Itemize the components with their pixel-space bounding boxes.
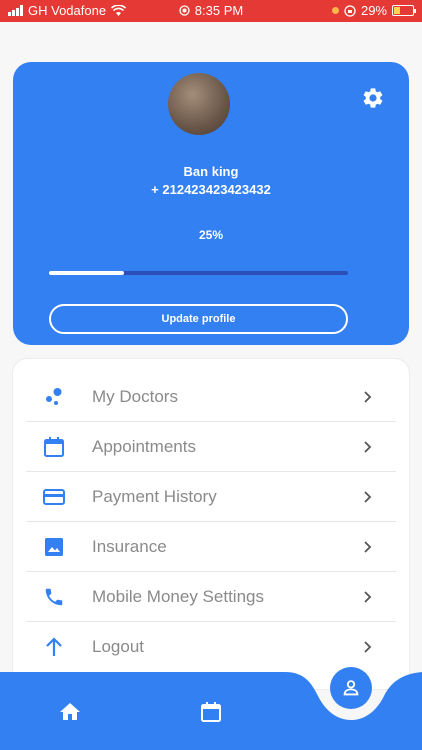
doctors-icon xyxy=(42,385,66,409)
menu-item-label: Mobile Money Settings xyxy=(92,586,264,606)
calendar-icon xyxy=(42,435,66,459)
status-right: 29% xyxy=(331,3,416,18)
calendar-nav-icon[interactable] xyxy=(199,700,223,724)
menu-item-insurance[interactable]: Insurance xyxy=(26,522,396,572)
menu-item-label: Logout xyxy=(92,637,144,656)
battery-percent: 29% xyxy=(360,3,387,18)
chevron-right-icon xyxy=(364,390,372,403)
avatar[interactable] xyxy=(168,73,230,135)
chevron-right-icon xyxy=(364,540,372,553)
image-icon xyxy=(42,535,66,559)
menu-item-mobile-money-settings[interactable]: Mobile Money Settings xyxy=(26,572,396,622)
menu-item-appointments[interactable]: Appointments xyxy=(26,422,396,472)
rotation-lock-icon xyxy=(344,4,356,17)
orange-dot-icon xyxy=(331,7,339,14)
profile-progress-bar xyxy=(49,271,348,275)
menu-item-label: Insurance xyxy=(92,536,167,556)
profile-completion-label: 25% xyxy=(198,228,224,242)
battery-icon xyxy=(392,5,416,16)
profile-name: Ban king xyxy=(183,164,239,179)
menu-card: My Doctors Appointments Payment History xyxy=(13,359,409,689)
menu-item-my-doctors[interactable]: My Doctors xyxy=(26,372,396,422)
chevron-right-icon xyxy=(364,490,372,503)
profile-card: Ban king + 212423423423432 25% Update pr… xyxy=(13,62,409,345)
credit-card-icon xyxy=(42,485,66,509)
home-icon[interactable] xyxy=(58,700,82,724)
menu-item-payment-history[interactable]: Payment History xyxy=(26,472,396,522)
record-icon xyxy=(179,5,190,16)
chevron-right-icon xyxy=(364,590,372,603)
gear-icon[interactable] xyxy=(361,86,385,110)
chevron-right-icon xyxy=(364,440,372,453)
phone-icon xyxy=(42,585,66,609)
menu-item-logout[interactable]: Logout xyxy=(26,622,396,672)
profile-fab-button[interactable] xyxy=(330,667,372,709)
update-profile-button[interactable]: Update profile xyxy=(49,304,348,334)
status-time: 8:35 PM xyxy=(194,3,244,18)
status-bar: GH Vodafone 8:35 PM 29% xyxy=(0,0,422,22)
arrow-up-icon xyxy=(42,635,66,659)
menu-item-label: My Doctors xyxy=(92,386,178,406)
menu-item-label: Appointments xyxy=(92,436,196,456)
person-icon xyxy=(343,680,359,696)
profile-progress-fill xyxy=(49,271,124,275)
profile-phone: + 212423423423432 xyxy=(151,182,271,197)
chevron-right-icon xyxy=(364,641,372,653)
menu-item-label: Payment History xyxy=(92,486,217,506)
